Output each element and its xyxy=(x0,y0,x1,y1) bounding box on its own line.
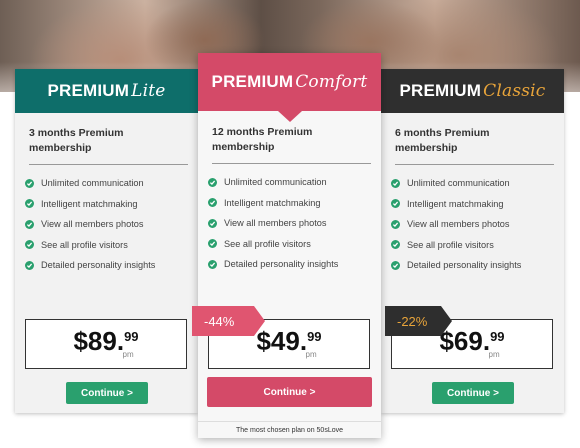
feature-label: View all members photos xyxy=(41,219,144,230)
price-unit: pm xyxy=(122,350,134,359)
feature-item: See all profile visitors xyxy=(391,235,564,256)
plan-brand: PREMIUM xyxy=(47,81,130,100)
feature-item: Detailed personality insights xyxy=(208,254,381,275)
feature-item: Unlimited communication xyxy=(391,173,564,194)
feature-item: Intelligent matchmaking xyxy=(391,194,564,215)
feature-label: See all profile visitors xyxy=(407,239,494,250)
continue-button[interactable]: Continue > xyxy=(207,377,372,407)
price: $89.99 pm xyxy=(26,326,186,359)
check-circle-icon xyxy=(208,259,217,269)
feature-list: Unlimited communication Intelligent matc… xyxy=(208,172,381,275)
feature-label: Intelligent matchmaking xyxy=(407,198,504,209)
check-circle-icon xyxy=(391,178,400,188)
feature-label: See all profile visitors xyxy=(224,238,311,249)
price-cents: 99 xyxy=(124,329,139,344)
check-circle-icon xyxy=(208,218,217,228)
check-circle-icon xyxy=(208,239,217,249)
feature-item: View all members photos xyxy=(391,214,564,235)
plan-subtitle: 12 months Premium membership xyxy=(212,125,371,164)
plan-header-classic: PREMIUM Classic xyxy=(381,69,564,113)
feature-item: Unlimited communication xyxy=(208,172,381,193)
price-amount: $89. xyxy=(73,326,125,356)
feature-label: Detailed personality insights xyxy=(407,260,522,271)
plan-brand: PREMIUM xyxy=(399,81,482,100)
feature-item: Intelligent matchmaking xyxy=(25,194,198,215)
feature-item: Intelligent matchmaking xyxy=(208,193,381,214)
check-circle-icon xyxy=(391,199,400,209)
most-chosen-note: The most chosen plan on 50sLove xyxy=(198,421,381,434)
plan-subtitle: 3 months Premium membership xyxy=(29,126,188,165)
price-cents: 99 xyxy=(490,329,505,344)
plan-brand: PREMIUM xyxy=(211,72,294,91)
plan-variant: Lite xyxy=(131,81,166,101)
plan-subtitle: 6 months Premium membership xyxy=(395,126,554,165)
continue-button[interactable]: Continue > xyxy=(432,382,514,404)
plan-card-lite: PREMIUM Lite 3 months Premium membership… xyxy=(15,69,198,413)
feature-list: Unlimited communication Intelligent matc… xyxy=(25,173,198,276)
check-circle-icon xyxy=(25,219,34,229)
plan-variant: Comfort xyxy=(295,72,368,92)
feature-label: See all profile visitors xyxy=(41,239,128,250)
plan-card-comfort: PREMIUM Comfort 12 months Premium member… xyxy=(198,53,381,438)
check-circle-icon xyxy=(391,260,400,270)
feature-label: Unlimited communication xyxy=(224,177,327,188)
feature-label: Detailed personality insights xyxy=(224,259,339,270)
feature-label: Intelligent matchmaking xyxy=(224,197,321,208)
plan-header-lite: PREMIUM Lite xyxy=(15,69,198,113)
check-circle-icon xyxy=(25,240,34,250)
plan-variant: Classic xyxy=(483,81,546,101)
discount-badge-classic: -22% xyxy=(385,306,452,336)
check-circle-icon xyxy=(208,198,217,208)
price-unit: pm xyxy=(488,350,500,359)
plan-card-classic: PREMIUM Classic 6 months Premium members… xyxy=(381,69,564,413)
discount-badge-comfort: -44% xyxy=(192,306,265,336)
header-pointer xyxy=(278,111,302,122)
feature-item: See all profile visitors xyxy=(208,234,381,255)
feature-label: Intelligent matchmaking xyxy=(41,198,138,209)
feature-item: Detailed personality insights xyxy=(25,255,198,276)
feature-label: View all members photos xyxy=(224,218,327,229)
check-circle-icon xyxy=(391,240,400,250)
feature-item: View all members photos xyxy=(25,214,198,235)
check-circle-icon xyxy=(25,199,34,209)
price-cents: 99 xyxy=(307,329,322,344)
feature-item: Unlimited communication xyxy=(25,173,198,194)
feature-label: Detailed personality insights xyxy=(41,260,156,271)
check-circle-icon xyxy=(25,178,34,188)
feature-label: Unlimited communication xyxy=(41,178,144,189)
feature-label: Unlimited communication xyxy=(407,178,510,189)
feature-item: View all members photos xyxy=(208,213,381,234)
plan-header-comfort: PREMIUM Comfort xyxy=(198,53,381,122)
feature-list: Unlimited communication Intelligent matc… xyxy=(391,173,564,276)
feature-item: See all profile visitors xyxy=(25,235,198,256)
feature-label: View all members photos xyxy=(407,219,510,230)
price-box: $89.99 pm xyxy=(25,319,187,369)
continue-button[interactable]: Continue > xyxy=(66,382,148,404)
check-circle-icon xyxy=(208,177,217,187)
price-unit: pm xyxy=(305,350,317,359)
check-circle-icon xyxy=(391,219,400,229)
feature-item: Detailed personality insights xyxy=(391,255,564,276)
check-circle-icon xyxy=(25,260,34,270)
